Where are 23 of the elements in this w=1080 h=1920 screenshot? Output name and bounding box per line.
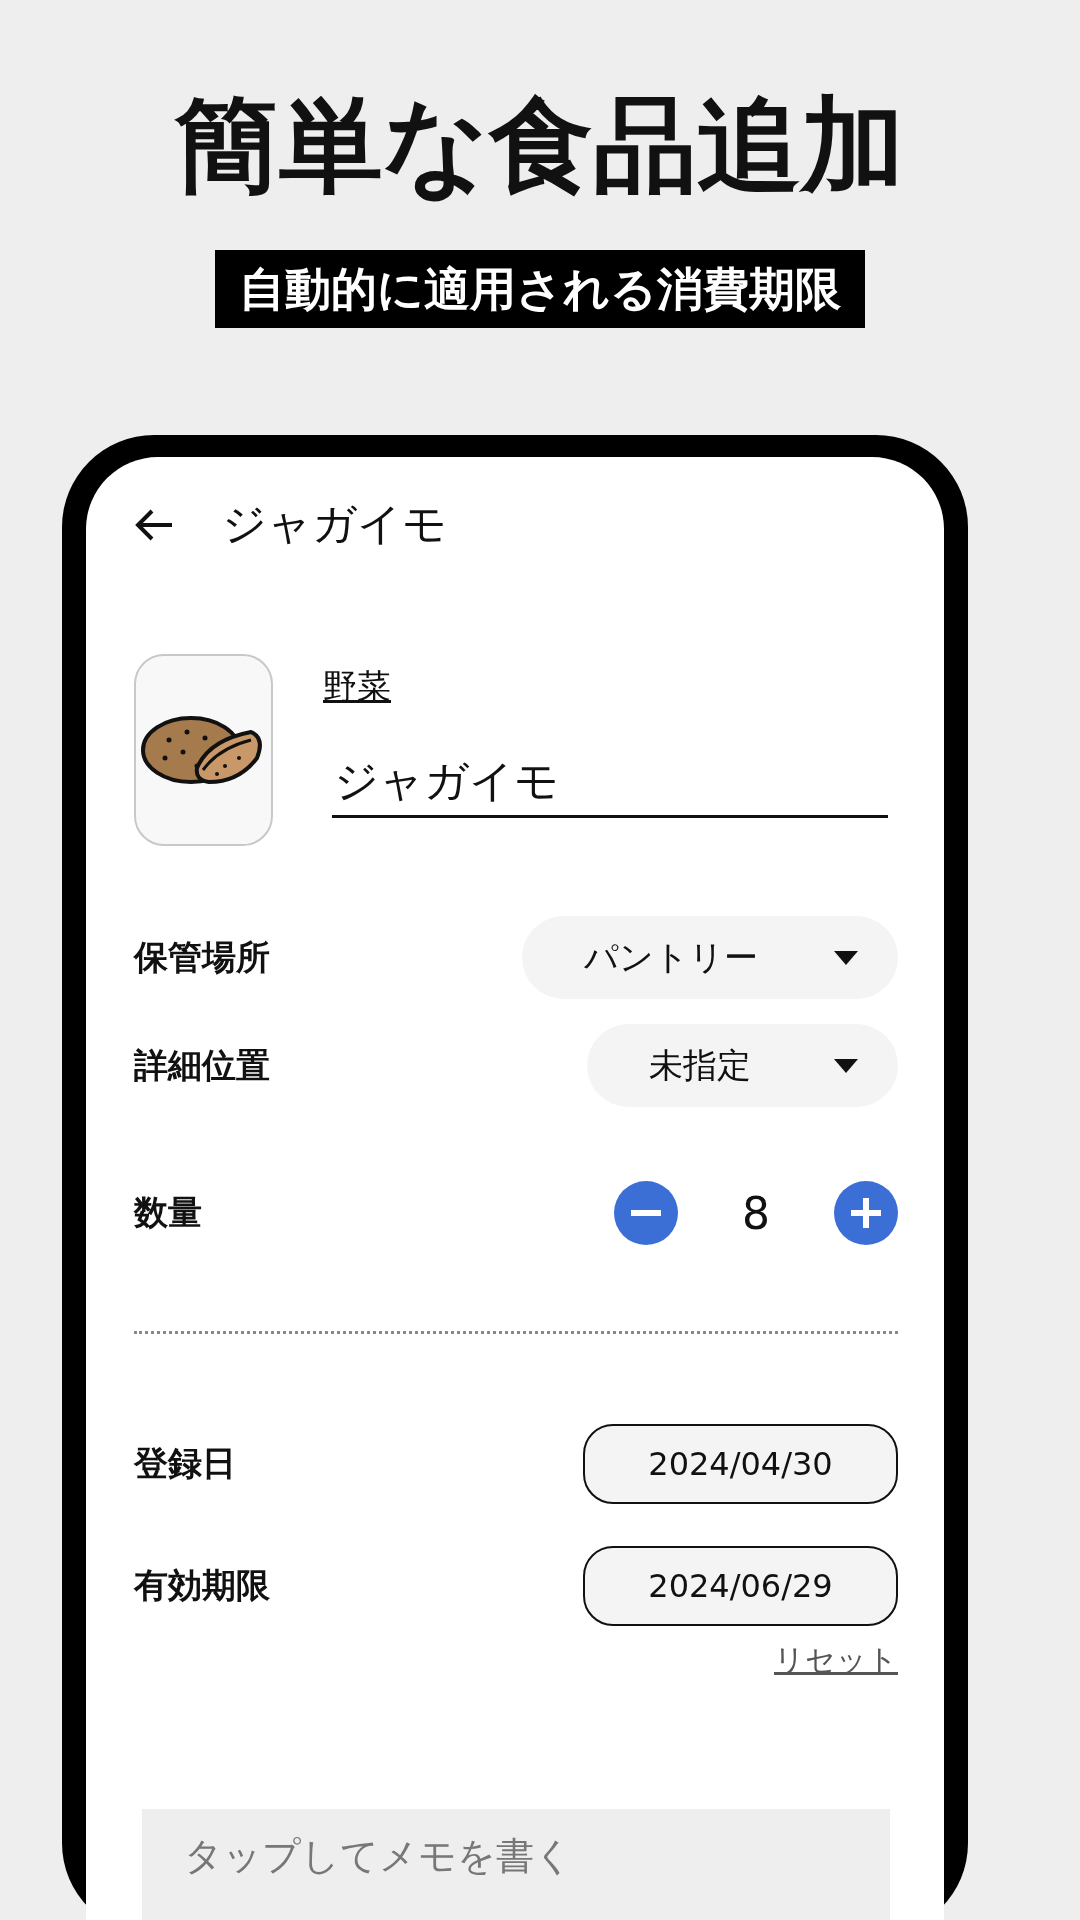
plus-icon[interactable] <box>834 1181 898 1246</box>
back-arrow-icon[interactable] <box>134 507 174 542</box>
date-field[interactable]: 2024/04/30 <box>583 1424 898 1505</box>
memo-field[interactable]: タップしてメモを書く <box>142 1809 890 1920</box>
caret-icon <box>834 1058 858 1073</box>
quantity-label: 数量 <box>134 1191 202 1235</box>
food-image-tile[interactable] <box>134 654 273 847</box>
caret-icon <box>834 950 858 965</box>
category-link[interactable]: 野菜 <box>323 664 391 711</box>
reset-link[interactable]: リセット <box>774 1640 898 1682</box>
memo-placeholder: タップしてメモを書く <box>184 1834 573 1879</box>
field-label: 有効期限 <box>134 1564 270 1608</box>
dropdown[interactable]: パントリー <box>522 916 898 1000</box>
field-label: 詳細位置 <box>134 1043 270 1087</box>
field-label: 登録日 <box>134 1442 236 1486</box>
field-label: 保管場所 <box>134 935 270 979</box>
minus-icon[interactable] <box>614 1181 678 1246</box>
screen-title: ジャガイモ <box>222 497 447 552</box>
headline: 簡単な食品追加 <box>175 88 905 203</box>
quantity-value: 8 <box>741 1187 771 1239</box>
date-field[interactable]: 2024/06/29 <box>583 1546 898 1627</box>
subheadline: 自動的に適用される消費期限 <box>215 250 865 329</box>
dropdown[interactable]: 未指定 <box>587 1024 898 1108</box>
